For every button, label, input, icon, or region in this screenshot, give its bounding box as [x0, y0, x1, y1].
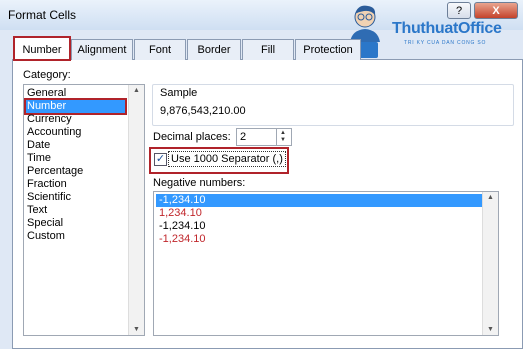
scroll-up-icon[interactable]: ▲	[487, 194, 494, 201]
negative-numbers-label: Negative numbers:	[153, 177, 246, 189]
logo-tagline: TRI KY CUA DAN CONG SO	[404, 40, 487, 46]
decimal-spinner[interactable]: ▲ ▼	[276, 129, 291, 145]
negative-item[interactable]: 1,234.10	[156, 207, 205, 220]
category-item-currency[interactable]: Currency	[26, 113, 73, 126]
tab-border[interactable]: Border	[187, 39, 241, 60]
separator-label[interactable]: Use 1000 Separator (,)	[168, 151, 286, 167]
window-title: Format Cells	[8, 8, 77, 22]
category-label: Category:	[23, 69, 71, 81]
category-item-text[interactable]: Text	[26, 204, 48, 217]
negative-numbers-list[interactable]: -1,234.10 1,234.10 -1,234.10 -1,234.10 ▲…	[153, 191, 499, 336]
help-button[interactable]: ?	[447, 2, 471, 19]
close-button[interactable]: X	[474, 2, 518, 19]
negative-item[interactable]: -1,234.10	[156, 220, 208, 233]
category-item-accounting[interactable]: Accounting	[26, 126, 82, 139]
separator-checkbox[interactable]: ✓	[154, 153, 167, 166]
sample-label: Sample	[160, 87, 198, 99]
negative-item[interactable]: -1,234.10	[156, 194, 484, 207]
negative-scrollbar[interactable]: ▲ ▼	[482, 192, 498, 335]
decimal-places-value[interactable]: 2	[240, 131, 246, 143]
category-item-time[interactable]: Time	[26, 152, 52, 165]
category-item-special[interactable]: Special	[26, 217, 64, 230]
scroll-up-icon[interactable]: ▲	[133, 87, 140, 94]
spin-down-icon[interactable]: ▼	[280, 137, 286, 143]
tab-fill[interactable]: Fill	[242, 39, 294, 60]
negative-item[interactable]: -1,234.10	[156, 233, 208, 246]
scroll-down-icon[interactable]: ▼	[133, 326, 140, 333]
category-list[interactable]: General Number Currency Accounting Date …	[23, 84, 145, 336]
tab-number[interactable]: Number	[13, 36, 71, 61]
logo-brand: ThuthuatOffice	[392, 20, 502, 37]
tab-protection[interactable]: Protection	[295, 39, 361, 60]
category-item-scientific[interactable]: Scientific	[26, 191, 72, 204]
category-item-fraction[interactable]: Fraction	[26, 178, 68, 191]
category-item-date[interactable]: Date	[26, 139, 51, 152]
scroll-down-icon[interactable]: ▼	[487, 326, 494, 333]
category-item-custom[interactable]: Custom	[26, 230, 66, 243]
tab-alignment[interactable]: Alignment	[71, 39, 133, 60]
tab-font[interactable]: Font	[134, 39, 186, 60]
category-scrollbar[interactable]: ▲ ▼	[128, 85, 144, 335]
decimal-places-label: Decimal places:	[153, 131, 231, 143]
sample-value: 9,876,543,210.00	[160, 105, 246, 117]
decimal-places-stepper[interactable]: 2 ▲ ▼	[236, 128, 292, 146]
category-item-number[interactable]: Number	[24, 98, 127, 115]
category-item-general[interactable]: General	[26, 87, 67, 100]
spin-up-icon[interactable]: ▲	[280, 130, 286, 136]
category-item-percentage[interactable]: Percentage	[26, 165, 84, 178]
